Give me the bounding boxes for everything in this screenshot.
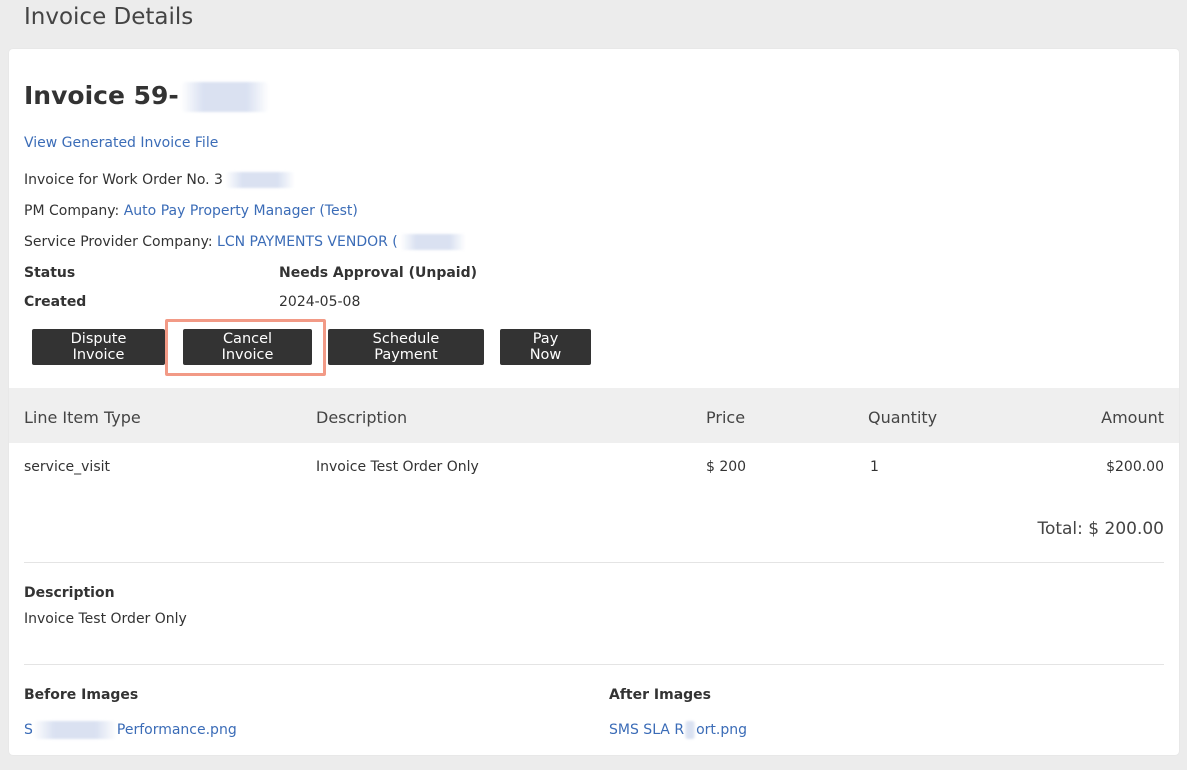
invoice-heading: Invoice 59- <box>24 81 269 112</box>
status-value: Needs Approval (Unpaid) <box>279 265 478 281</box>
created-value: 2024-05-08 <box>279 294 361 310</box>
pay-now-button[interactable]: Pay Now <box>500 329 591 365</box>
cell-description: Invoice Test Order Only <box>316 459 479 475</box>
after-image-prefix: SMS SLA R <box>609 722 685 738</box>
sp-company-link[interactable]: LCN PAYMENTS VENDOR ( <box>217 234 466 250</box>
invoice-number: Invoice 59- <box>24 81 179 110</box>
redacted-work-order <box>224 172 295 188</box>
sp-company-name: LCN PAYMENTS VENDOR ( <box>217 234 398 250</box>
after-image-link[interactable]: SMS SLA R ort.png <box>609 721 747 739</box>
before-images-label: Before Images <box>24 687 139 703</box>
status-label: Status <box>24 265 76 281</box>
col-line-item-type: Line Item Type <box>24 408 141 427</box>
sp-company-label: Service Provider Company: <box>24 234 218 250</box>
cancel-invoice-button[interactable]: Cancel Invoice <box>183 329 312 365</box>
col-quantity: Quantity <box>868 408 938 427</box>
redacted-after-image-name <box>684 721 697 739</box>
redacted-sp-company <box>399 234 466 250</box>
work-order-line: Invoice for Work Order No. 3 <box>24 172 295 188</box>
work-order-label: Invoice for Work Order No. 3 <box>24 172 223 188</box>
created-label: Created <box>24 294 87 310</box>
before-image-link[interactable]: S Performance.png <box>24 721 237 739</box>
description-label: Description <box>24 585 115 601</box>
line-items-header: Line Item Type Description Price Quantit… <box>9 388 1179 443</box>
col-price: Price <box>706 408 746 427</box>
dispute-invoice-button[interactable]: Dispute Invoice <box>32 329 165 365</box>
redacted-invoice-number <box>180 82 269 112</box>
view-invoice-file-link[interactable]: View Generated Invoice File <box>24 135 218 151</box>
sp-company-line: Service Provider Company: LCN PAYMENTS V… <box>24 234 466 250</box>
cell-quantity: 1 <box>870 459 879 475</box>
redacted-before-image-name <box>32 721 117 739</box>
after-images-label: After Images <box>609 687 711 703</box>
before-image-prefix: S <box>24 722 33 738</box>
cell-line-item-type: service_visit <box>24 459 110 475</box>
page-title: Invoice Details <box>24 4 194 30</box>
pm-company-label: PM Company: <box>24 203 124 219</box>
divider <box>24 664 1164 665</box>
invoice-total: Total: $ 200.00 <box>1037 519 1164 539</box>
after-image-suffix: ort.png <box>696 722 747 738</box>
pm-company-link[interactable]: Auto Pay Property Manager (Test) <box>124 203 358 219</box>
invoice-card: Invoice 59- View Generated Invoice File … <box>9 49 1179 755</box>
description-text: Invoice Test Order Only <box>24 611 187 627</box>
cell-price: $ 200 <box>706 459 747 475</box>
pm-company-line: PM Company: Auto Pay Property Manager (T… <box>24 203 358 219</box>
before-image-suffix: Performance.png <box>116 722 237 738</box>
divider <box>24 562 1164 563</box>
schedule-payment-button[interactable]: Schedule Payment <box>328 329 484 365</box>
col-description: Description <box>316 408 408 427</box>
col-amount: Amount <box>1101 408 1164 427</box>
cell-amount: $200.00 <box>1106 459 1164 475</box>
